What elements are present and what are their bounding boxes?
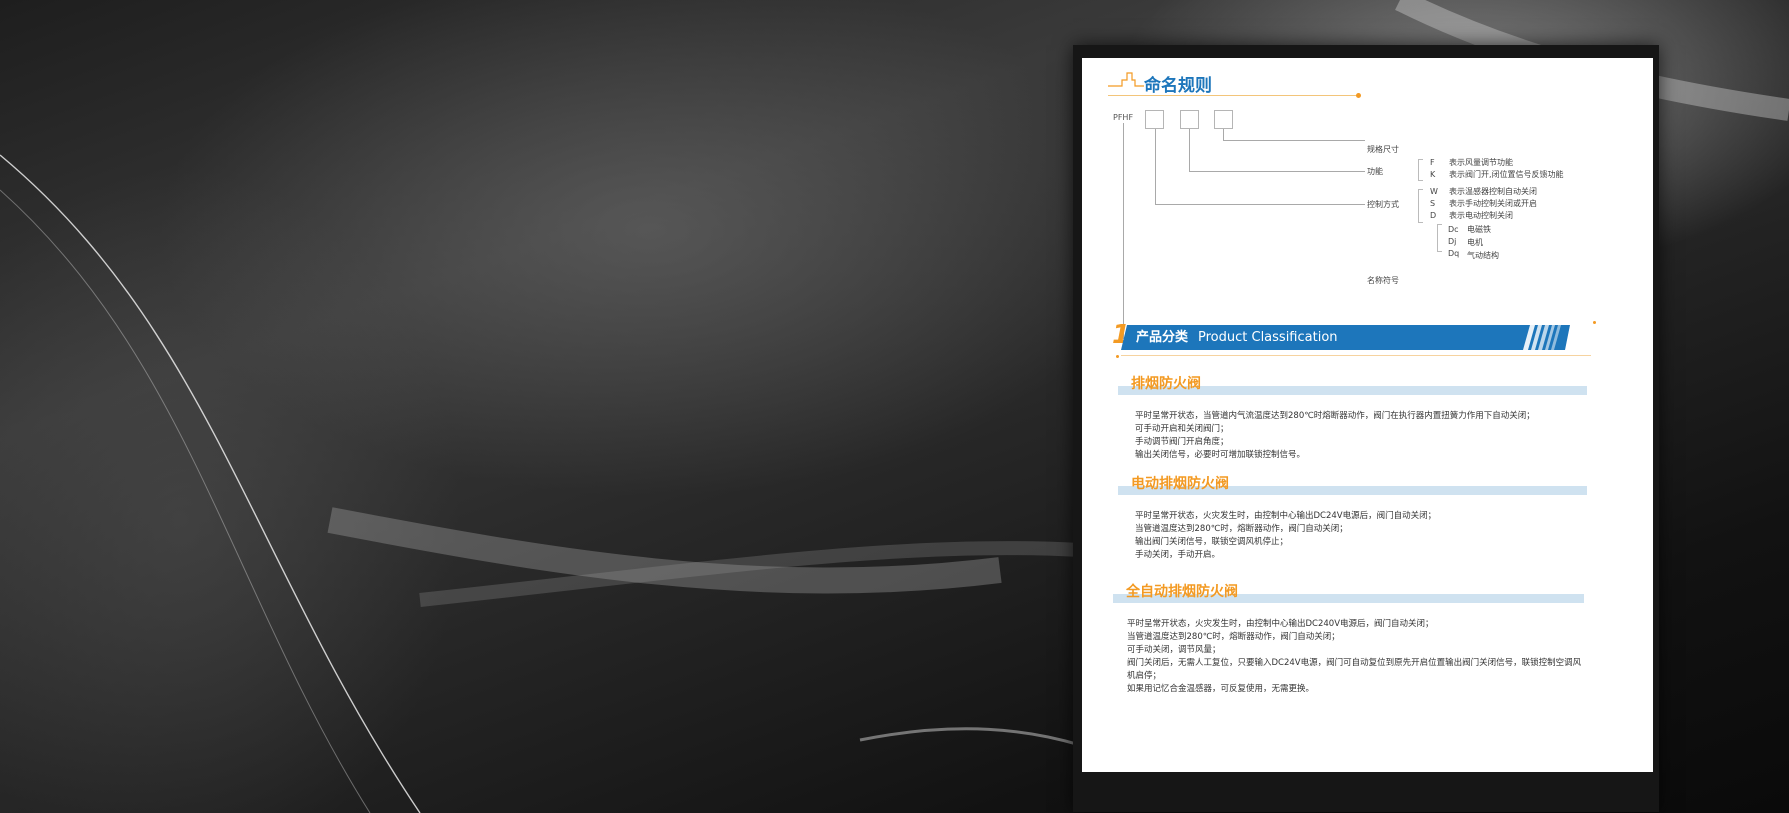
category-description: 平时呈常开状态，当管道内气流温度达到280℃时熔断器动作，阀门在执行器内置扭簧力… [1135, 410, 1587, 462]
code-desc: 表示手动控制关闭或开启 [1449, 199, 1537, 208]
code-letter: W [1430, 187, 1438, 196]
label-size: 规格尺寸 [1367, 145, 1399, 154]
code-desc: 表示温感器控制自动关闭 [1449, 187, 1537, 196]
description-line: 输出阀门关闭信号，联锁空调风机停止； [1135, 537, 1289, 547]
code-prefix: PFHF [1113, 113, 1134, 122]
function-bracket [1418, 159, 1423, 181]
code-letter: K [1430, 170, 1436, 179]
title-underline [1108, 95, 1360, 96]
banner-dot [1593, 321, 1596, 324]
description-line: 平时呈常开状态，火灾发生时，由控制中心输出DC24V电源后，阀门自动关闭； [1135, 511, 1437, 521]
code-desc: 表示电动控制关闭 [1449, 211, 1513, 220]
leader-line [1223, 140, 1365, 141]
drive-bracket [1437, 224, 1442, 252]
code-desc: 表示风量调节功能 [1449, 158, 1513, 167]
label-name-code: 名称符号 [1367, 276, 1399, 285]
code-box-function [1214, 110, 1233, 129]
step-icon [1108, 72, 1144, 87]
control-bracket [1418, 189, 1423, 223]
description-line: 可手动关闭，调节风量； [1127, 645, 1221, 655]
description-line: 输出关闭信号，必要时可增加联锁控制信号。 [1135, 450, 1306, 460]
description-line: 手动调节阀门开启角度； [1135, 437, 1229, 447]
description-line: 当管道温度达到280℃时，熔断器动作，阀门自动关闭； [1127, 632, 1340, 642]
code-letter: D [1430, 211, 1437, 220]
title-dot [1356, 93, 1361, 98]
description-line: 当管道温度达到280℃时，熔断器动作，阀门自动关闭； [1135, 524, 1348, 534]
leader-line [1189, 171, 1365, 172]
classification-title-en: Product Classification [1198, 330, 1338, 345]
category-name: 全自动排烟防火阀 [1126, 584, 1238, 600]
description-line: 手动关闭，手动开启。 [1135, 550, 1221, 560]
banner-dot [1116, 355, 1119, 358]
leader-line [1123, 123, 1124, 338]
category-description: 平时呈常开状态，火灾发生时，由控制中心输出DC240V电源后，阀门自动关闭； 当… [1127, 618, 1587, 696]
banner-shape [1121, 325, 1570, 350]
category-header: 全自动排烟防火阀 [1113, 583, 1584, 605]
code-desc: 气动结构 [1467, 251, 1499, 260]
description-line: 平时呈常开状态，当管道内气流温度达到280℃时熔断器动作，阀门在执行器内置扭簧力… [1135, 411, 1535, 421]
label-control: 控制方式 [1367, 200, 1399, 209]
naming-title: 命名规则 [1144, 76, 1212, 96]
description-line: 如果用记忆合金温感器，可反复使用，无需更换。 [1127, 684, 1315, 694]
category-name: 排烟防火阀 [1131, 376, 1201, 392]
leader-line [1155, 204, 1365, 205]
leader-line [1189, 129, 1190, 171]
leader-line [1155, 129, 1156, 204]
code-letter: Dc [1448, 225, 1459, 234]
leader-line [1223, 129, 1224, 140]
classification-title-cn: 产品分类 [1136, 330, 1189, 345]
banner-underline [1121, 355, 1591, 356]
category-description: 平时呈常开状态，火灾发生时，由控制中心输出DC24V电源后，阀门自动关闭； 当管… [1135, 510, 1587, 562]
code-desc: 电磁铁 [1467, 225, 1491, 234]
code-desc: 电机 [1467, 238, 1483, 247]
category-header: 电动排烟防火阀 [1118, 475, 1587, 497]
code-box-control [1180, 110, 1199, 129]
code-box-name [1145, 110, 1164, 129]
code-letter: Dj [1448, 237, 1457, 246]
category-header: 排烟防火阀 [1118, 375, 1587, 397]
classification-banner: 产品分类 Product Classification [1121, 325, 1570, 350]
code-letter: S [1430, 199, 1436, 208]
category-name: 电动排烟防火阀 [1131, 476, 1229, 492]
label-function: 功能 [1367, 167, 1383, 176]
code-letter: F [1430, 158, 1435, 167]
description-line: 平时呈常开状态，火灾发生时，由控制中心输出DC240V电源后，阀门自动关闭； [1127, 619, 1434, 629]
catalog-page: 命名规则 PFHF 规格尺寸 功能 控制方式 名称符号 F 表示风量调节功能 K… [1082, 58, 1653, 772]
description-line: 可手动开启和关闭阀门； [1135, 424, 1229, 434]
code-desc: 表示阀门开,闭位置信号反馈功能 [1449, 170, 1564, 179]
description-line: 阀门关闭后，无需人工复位，只要输入DC24V电源，阀门可自动复位到原先开启位置输… [1127, 658, 1582, 681]
code-letter: Dq [1448, 249, 1460, 258]
